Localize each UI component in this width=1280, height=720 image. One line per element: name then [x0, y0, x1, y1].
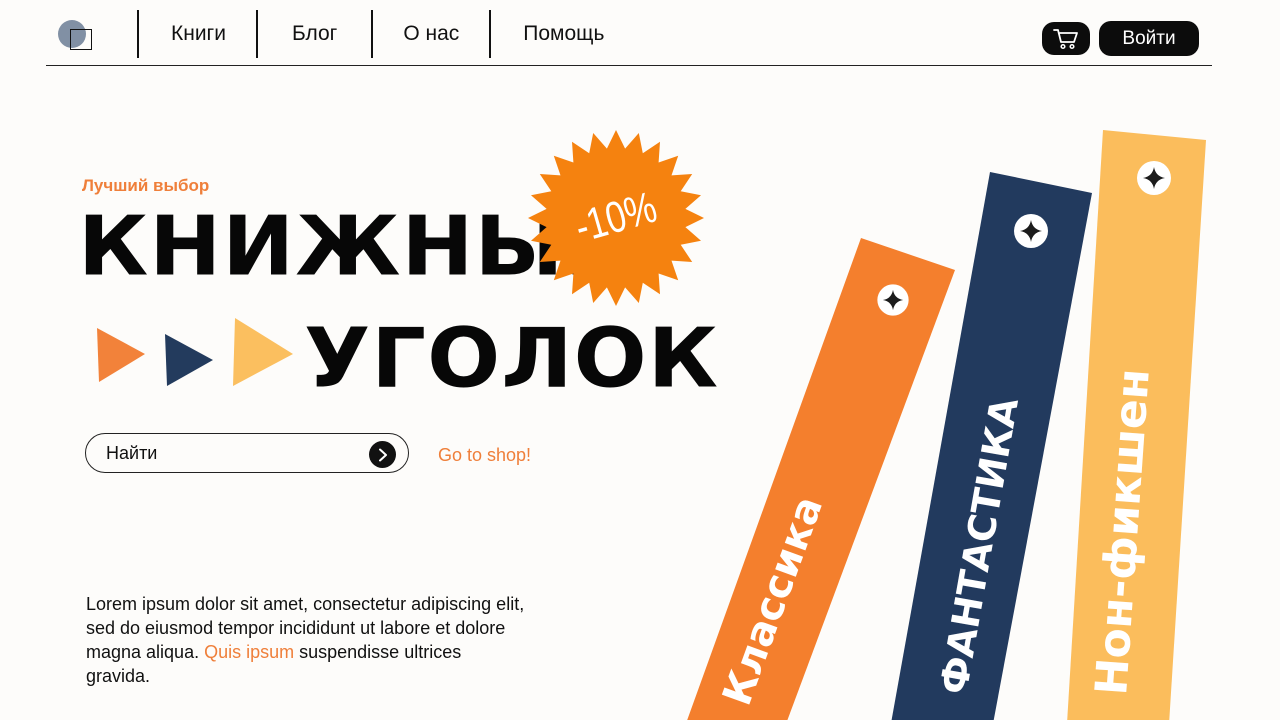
logo[interactable] [58, 20, 96, 52]
nav-item-books[interactable]: Книги [137, 10, 256, 58]
star-icon [1014, 214, 1048, 248]
cart-icon [1053, 28, 1078, 49]
nav-item-about[interactable]: О нас [371, 10, 489, 58]
chevron-right-icon [378, 448, 387, 461]
header-divider [46, 65, 1212, 66]
cart-button[interactable] [1042, 22, 1090, 55]
search-submit-button[interactable] [369, 441, 396, 468]
hero-title-line2: УГОЛОК [304, 311, 720, 407]
hero-eyebrow: Лучший выбор [82, 176, 210, 195]
intro-paragraph: Lorem ipsum dolor sit amet, consectetur … [86, 592, 526, 688]
arrows-decoration [97, 318, 293, 386]
paragraph-accent-link[interactable]: Quis ipsum [204, 642, 294, 662]
main-nav: Книги Блог О нас Помощь [137, 10, 634, 58]
nav-item-blog[interactable]: Блог [255, 10, 371, 58]
star-icon [877, 284, 909, 316]
star-icon [1137, 161, 1171, 195]
arrow-yellow-icon [233, 318, 293, 386]
arrow-navy-icon [165, 334, 213, 386]
login-button[interactable]: Войти [1099, 21, 1199, 56]
nav-item-help[interactable]: Помощь [489, 10, 634, 58]
logo-square [70, 29, 92, 50]
arrow-orange-icon [97, 328, 145, 382]
go-to-shop-link[interactable]: Go to shop! [438, 445, 531, 466]
search-box [85, 433, 409, 473]
search-input[interactable] [106, 434, 356, 472]
category-ribbon-fantasy: ФАНТАСТИКА [891, 172, 1092, 720]
